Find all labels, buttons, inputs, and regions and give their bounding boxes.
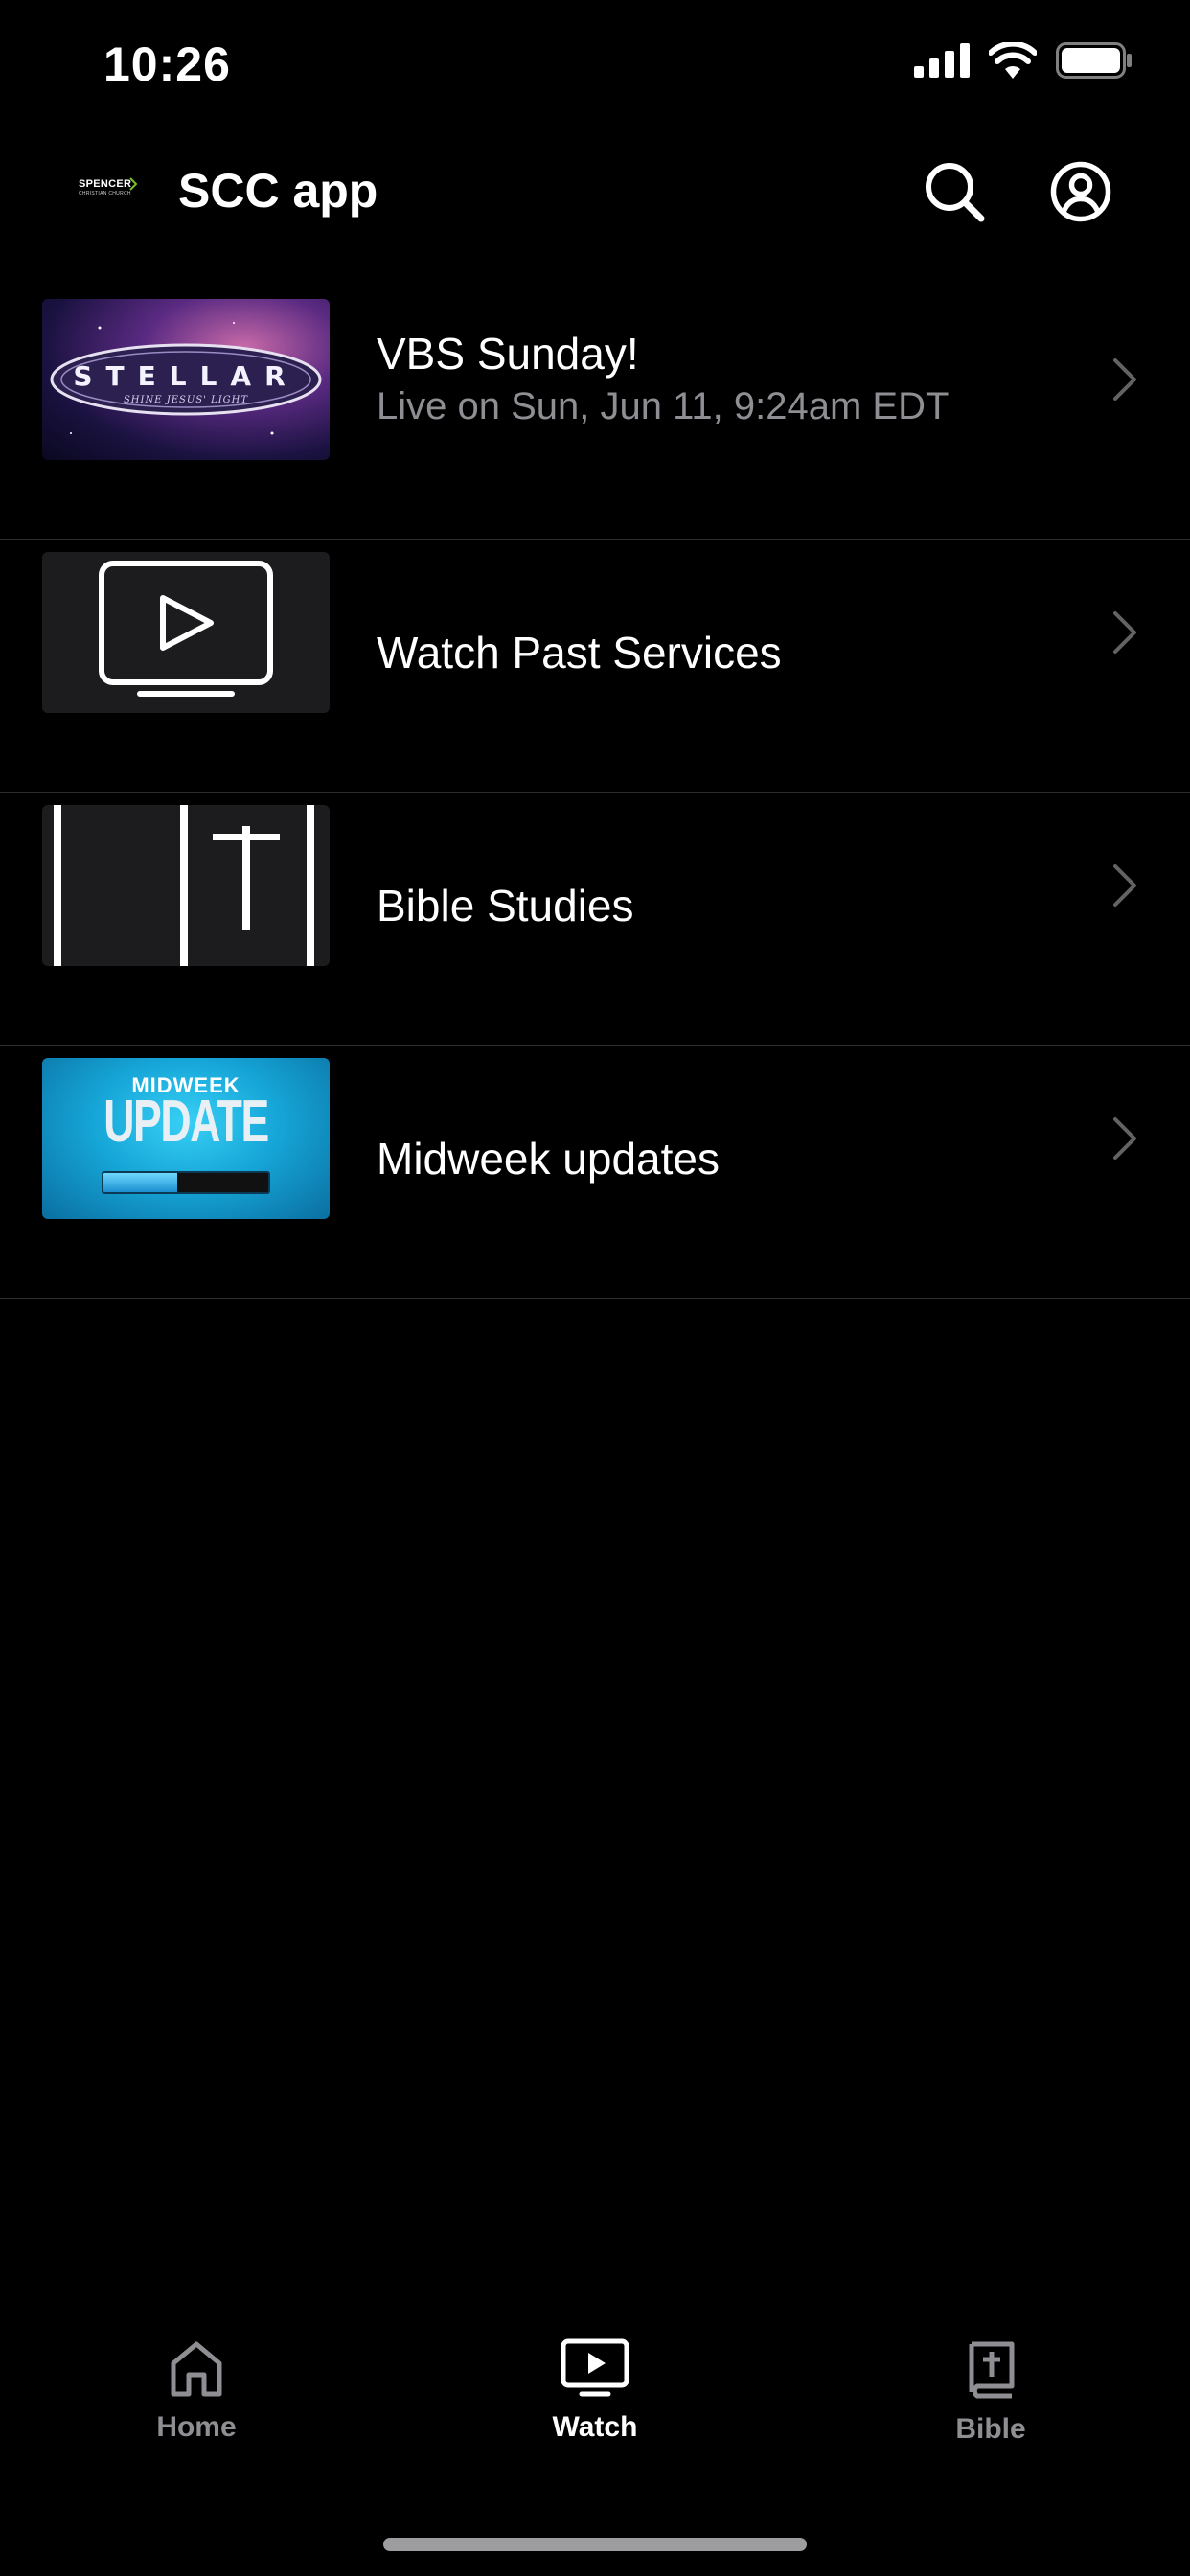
status-icons [914,42,1133,79]
list-item-bible-studies[interactable]: Bible Studies [0,794,1190,1046]
item-title: Midweek updates [377,1134,720,1184]
item-title: Watch Past Services [377,628,782,678]
logo-chevron-icon [129,177,138,191]
tab-label: Bible [955,2413,1026,2445]
status-time: 10:26 [103,37,231,91]
home-indicator[interactable] [383,2538,807,2551]
tv-play-icon [99,561,273,697]
midweek-line2: UPDATE [103,1089,269,1155]
chevron-right-icon [1113,358,1136,401]
midweek-progress-fill [103,1173,178,1192]
app-header: SPENCER CHRISTIAN CHURCH SCC app [0,144,1190,240]
page-title: SCC app [178,164,378,218]
past-services-thumbnail [42,552,330,713]
status-bar: 10:26 [0,0,1190,134]
logo-text: SPENCER [79,178,132,190]
tv-icon [561,2338,629,2397]
home-icon [171,2341,222,2397]
item-title: Bible Studies [377,881,634,931]
tab-label: Watch [552,2411,638,2443]
stellar-word: STELLAR [73,360,299,392]
vbs-thumbnail: STELLAR SHINE JESUS' LIGHT [42,299,330,460]
bible-studies-thumbnail [42,805,330,966]
list-item-watch-past-services[interactable]: Watch Past Services [0,540,1190,794]
chevron-right-icon [1113,864,1136,907]
search-button[interactable] [920,157,989,226]
wifi-icon [989,42,1037,79]
list-item-midweek-updates[interactable]: MIDWEEK UPDATE Midweek updates [0,1046,1190,1300]
battery-icon [1056,42,1132,79]
chevron-right-icon [1113,611,1136,654]
bible-icon [969,2341,1015,2399]
tab-bible[interactable]: Bible [895,2338,1087,2446]
search-icon [926,163,985,222]
tab-label: Home [156,2411,237,2443]
watch-list: STELLAR SHINE JESUS' LIGHT VBS Sunday! L… [0,288,1190,1300]
tab-home[interactable]: Home [101,2338,292,2444]
tab-watch[interactable]: Watch [499,2338,691,2444]
item-title: VBS Sunday! [377,329,639,379]
midweek-progress-track [102,1171,270,1194]
user-icon [1050,161,1111,222]
logo-subtext: CHRISTIAN CHURCH [79,191,131,196]
chevron-right-icon [1113,1117,1136,1160]
stellar-tagline: SHINE JESUS' LIGHT [123,395,249,405]
profile-button[interactable] [1046,157,1115,226]
cellular-signal-icon [914,43,970,78]
book-cross-artwork [54,805,314,966]
midweek-thumbnail: MIDWEEK UPDATE [42,1058,330,1219]
item-subtitle: Live on Sun, Jun 11, 9:24am EDT [377,385,950,427]
list-item-vbs-sunday[interactable]: STELLAR SHINE JESUS' LIGHT VBS Sunday! L… [0,288,1190,540]
church-logo[interactable]: SPENCER CHRISTIAN CHURCH [79,177,142,207]
